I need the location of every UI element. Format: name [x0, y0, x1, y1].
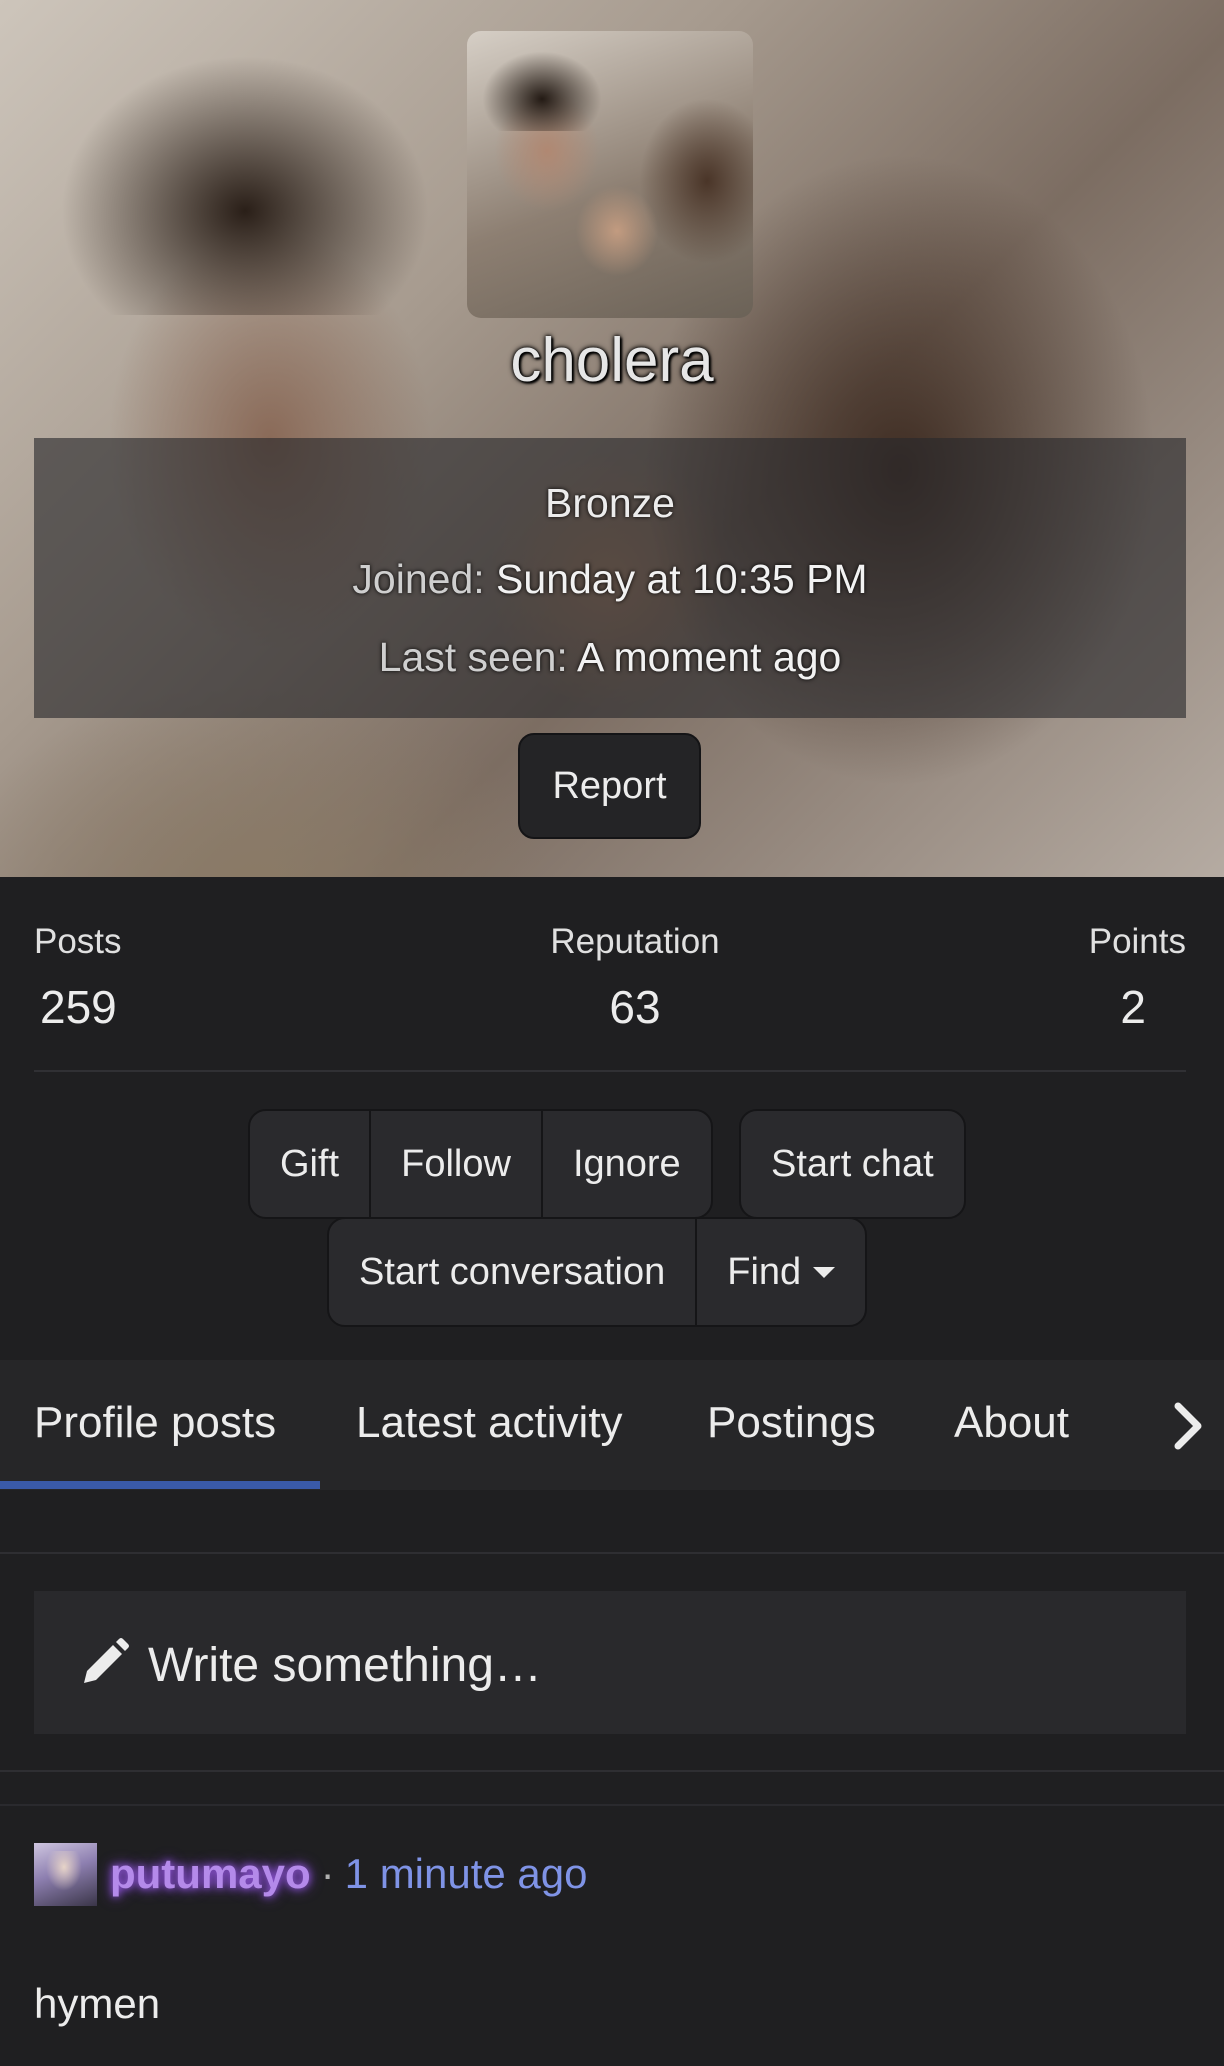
post-meta: putumayo · 1 minute ago: [110, 1850, 588, 1898]
report-button[interactable]: Report: [518, 733, 701, 839]
start-chat-button[interactable]: Start chat: [741, 1111, 964, 1217]
ignore-button[interactable]: Ignore: [543, 1111, 711, 1217]
banner-image: [60, 55, 430, 315]
chat-button-group: Start chat: [739, 1109, 966, 1219]
section-divider: [0, 1804, 1224, 1806]
stat-reputation[interactable]: Reputation 63: [510, 922, 760, 1034]
meta-separator: ·: [320, 1850, 335, 1897]
stat-reputation-value: 63: [609, 981, 661, 1033]
last-seen-value: A moment ago: [576, 634, 842, 680]
stat-posts[interactable]: Posts 259: [34, 922, 122, 1034]
stat-posts-label: Posts: [34, 922, 122, 961]
last-seen-label: Last seen:: [378, 634, 568, 680]
start-conversation-button[interactable]: Start conversation: [329, 1219, 698, 1325]
follow-button[interactable]: Follow: [371, 1111, 543, 1217]
joined-line: Joined: Sunday at 10:35 PM: [34, 556, 1186, 603]
tab-postings[interactable]: Postings: [707, 1398, 876, 1448]
tab-profile-posts[interactable]: Profile posts: [34, 1398, 276, 1448]
post-author-avatar[interactable]: [34, 1843, 97, 1906]
joined-value: Sunday at 10:35 PM: [496, 556, 868, 602]
find-label: Find: [727, 1250, 802, 1293]
stat-points-value: 2: [1120, 981, 1146, 1033]
stat-posts-value: 259: [40, 981, 117, 1033]
stat-reputation-label: Reputation: [550, 922, 720, 961]
post-body: hymen: [34, 1980, 161, 2027]
gift-button[interactable]: Gift: [250, 1111, 372, 1217]
tab-latest-activity[interactable]: Latest activity: [356, 1398, 623, 1448]
caret-down-icon: [813, 1266, 836, 1278]
joined-label: Joined:: [352, 556, 485, 602]
section-divider: [0, 1770, 1224, 1772]
stat-points[interactable]: Points 2: [1089, 922, 1186, 1034]
active-tab-indicator: [0, 1481, 320, 1489]
pencil-icon: [84, 1638, 129, 1683]
profile-tabs: Profile posts Latest activity Postings A…: [0, 1360, 1224, 1490]
last-seen-line: Last seen: A moment ago: [34, 634, 1186, 681]
avatar-image: [482, 51, 602, 131]
chevron-right-icon[interactable]: [1168, 1398, 1208, 1454]
social-button-group: Gift Follow Ignore: [248, 1109, 713, 1219]
profile-post-composer[interactable]: Write something…: [34, 1591, 1186, 1734]
profile-stats: Posts 259 Reputation 63 Points 2: [34, 912, 1186, 1072]
post-timestamp[interactable]: 1 minute ago: [345, 1850, 588, 1897]
find-dropdown[interactable]: Find: [697, 1219, 865, 1325]
composer-placeholder: Write something…: [148, 1639, 542, 1692]
profile-avatar[interactable]: [467, 31, 753, 318]
tab-about[interactable]: About: [954, 1398, 1069, 1448]
stat-points-label: Points: [1088, 922, 1186, 961]
section-divider: [0, 1552, 1224, 1554]
post-author-link[interactable]: putumayo: [110, 1850, 311, 1897]
profile-banner: cholera Bronze Joined: Sunday at 10:35 P…: [0, 0, 1224, 877]
conversation-button-group: Start conversation Find: [327, 1217, 868, 1327]
profile-info-panel: Bronze Joined: Sunday at 10:35 PM Last s…: [34, 438, 1186, 718]
user-rank: Bronze: [545, 480, 675, 526]
profile-username[interactable]: cholera: [0, 325, 1224, 396]
